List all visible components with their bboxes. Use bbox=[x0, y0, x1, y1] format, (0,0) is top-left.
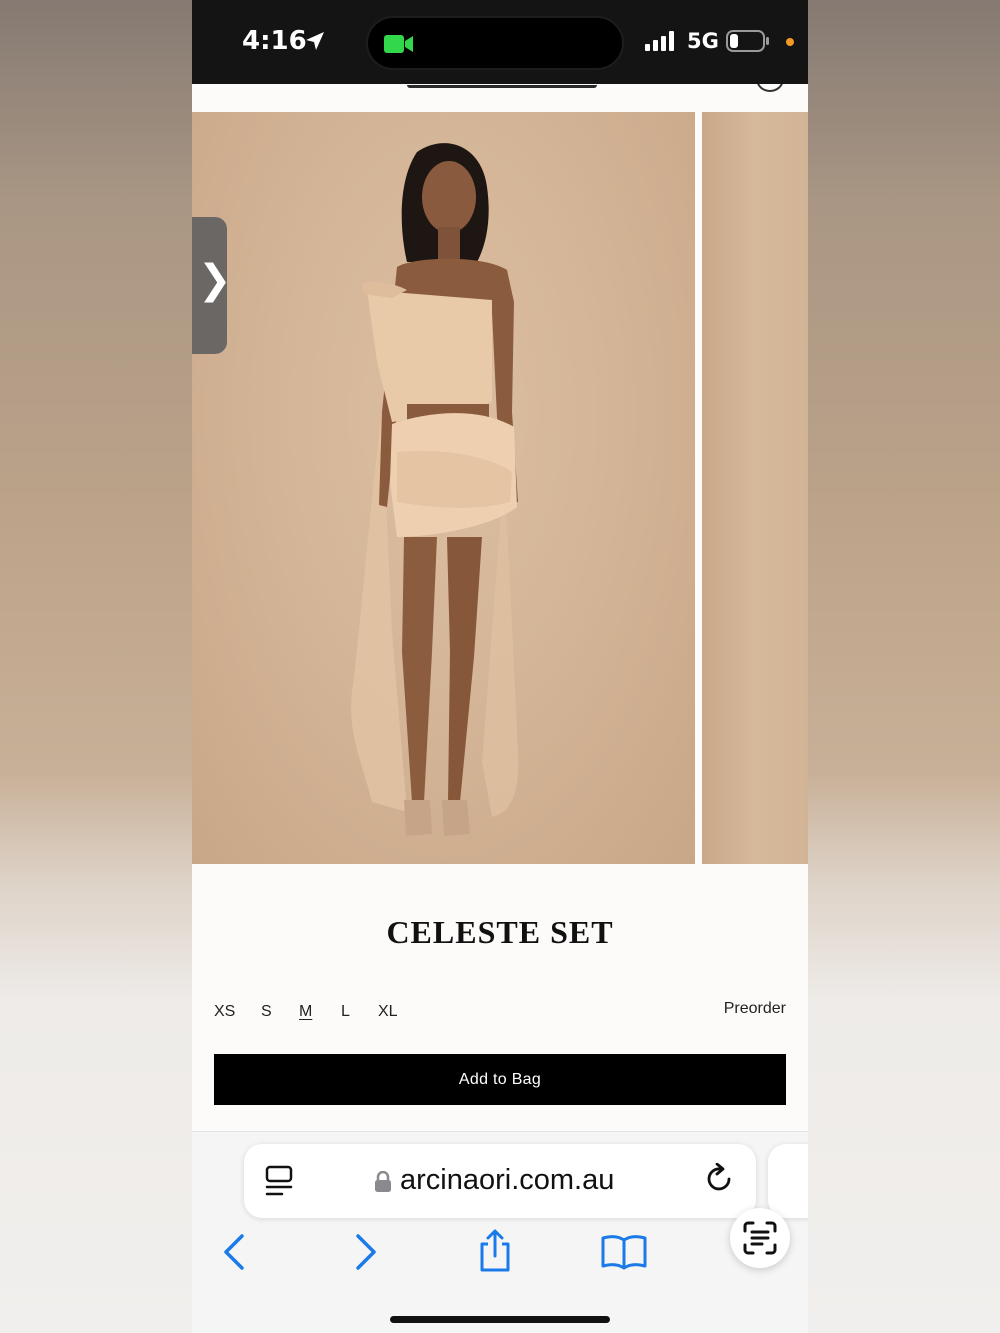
network-type: 5G bbox=[687, 29, 719, 53]
account-icon[interactable] bbox=[756, 84, 784, 92]
add-to-bag-button[interactable]: Add to Bag bbox=[214, 1054, 786, 1105]
battery-icon bbox=[726, 30, 769, 52]
bookmarks-icon[interactable] bbox=[600, 1232, 648, 1272]
model-figure bbox=[351, 143, 519, 836]
next-tab-preview[interactable] bbox=[768, 1144, 808, 1218]
gallery-next-button[interactable]: ❯ bbox=[192, 217, 232, 354]
browser-toolbar: arcinaori.com.au bbox=[192, 1131, 808, 1333]
forward-arrow-icon[interactable] bbox=[352, 1232, 380, 1272]
size-option-l[interactable]: L bbox=[341, 1003, 350, 1021]
dynamic-island bbox=[366, 16, 624, 70]
product-image[interactable] bbox=[192, 112, 695, 864]
product-gallery[interactable]: ❯ bbox=[192, 112, 808, 864]
background-blur-right bbox=[808, 0, 1000, 1333]
privacy-indicator-dot bbox=[786, 38, 794, 46]
phone-screen: 4:16 5G ❯ CELESTE SET XS S M L XL Preord… bbox=[192, 0, 808, 1333]
background-blur-left bbox=[0, 0, 192, 1333]
video-camera-icon bbox=[384, 35, 413, 53]
status-time: 4:16 bbox=[242, 26, 307, 56]
site-logo[interactable] bbox=[407, 84, 597, 88]
product-title: CELESTE SET bbox=[386, 914, 614, 950]
site-header bbox=[192, 84, 808, 112]
page-menu-icon[interactable] bbox=[264, 1164, 294, 1198]
next-product-image[interactable] bbox=[702, 112, 808, 864]
url-text[interactable]: arcinaori.com.au bbox=[400, 1164, 614, 1197]
address-bar[interactable]: arcinaori.com.au bbox=[244, 1144, 756, 1218]
size-option-s[interactable]: S bbox=[261, 1003, 272, 1021]
chevron-right-icon: ❯ bbox=[198, 257, 232, 303]
status-bar: 4:16 5G bbox=[192, 0, 808, 84]
size-option-xs[interactable]: XS bbox=[214, 1003, 235, 1021]
share-icon[interactable] bbox=[476, 1228, 514, 1274]
cellular-signal-icon bbox=[645, 31, 674, 51]
live-text-button[interactable] bbox=[730, 1208, 790, 1268]
size-option-m[interactable]: M bbox=[299, 1003, 312, 1021]
size-option-xl[interactable]: XL bbox=[378, 1003, 398, 1021]
location-arrow-icon bbox=[306, 32, 324, 50]
home-indicator[interactable] bbox=[390, 1316, 610, 1323]
lock-icon bbox=[375, 1171, 391, 1192]
live-text-icon bbox=[743, 1221, 777, 1255]
reload-icon[interactable] bbox=[704, 1163, 736, 1197]
availability-label: Preorder bbox=[723, 1000, 786, 1017]
back-arrow-icon[interactable] bbox=[220, 1232, 248, 1272]
